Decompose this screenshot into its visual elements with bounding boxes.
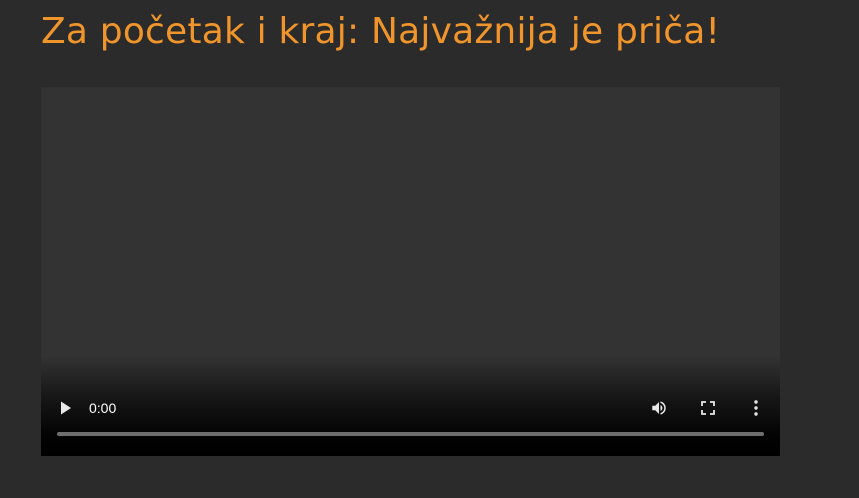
volume-icon	[650, 399, 668, 417]
more-options-button[interactable]	[742, 394, 770, 422]
fullscreen-icon	[701, 401, 715, 415]
current-time: 0:00	[89, 400, 117, 416]
progress-bar[interactable]	[57, 432, 764, 436]
volume-button[interactable]	[645, 394, 673, 422]
video-player[interactable]: 0:00	[41, 87, 780, 456]
fullscreen-button[interactable]	[694, 394, 722, 422]
more-vert-icon	[754, 400, 758, 416]
play-icon	[60, 401, 72, 415]
play-button[interactable]	[52, 394, 80, 422]
page-title: Za početak i kraj: Najvažnija je priča!	[41, 11, 721, 52]
